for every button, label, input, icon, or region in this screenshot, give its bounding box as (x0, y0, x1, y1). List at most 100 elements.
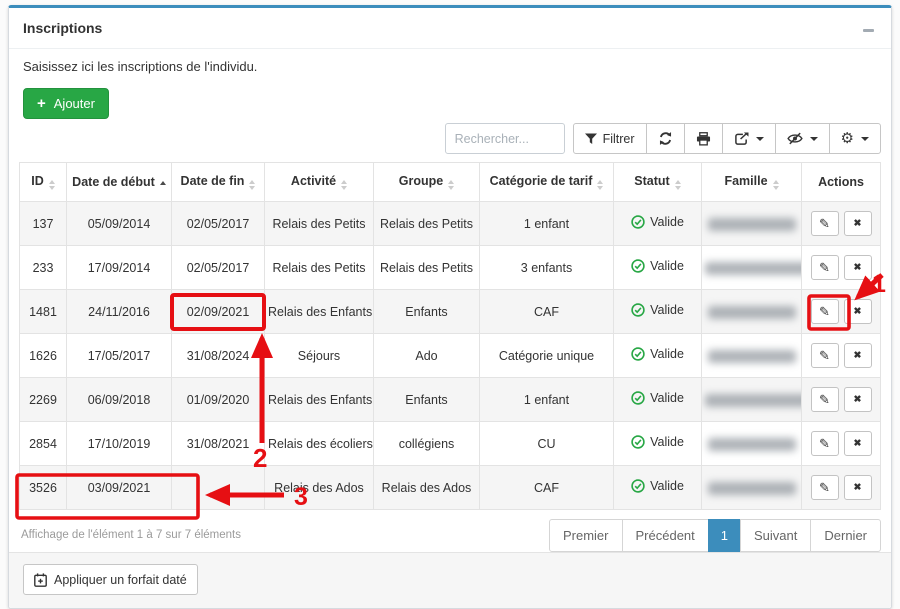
edit-row-button[interactable]: ✎ (811, 343, 839, 368)
delete-row-button[interactable]: ✖ (844, 211, 872, 236)
chevron-down-icon (756, 137, 764, 141)
cell-date-debut: 24/11/2016 (67, 290, 172, 334)
sort-icon (597, 180, 603, 190)
famille-redacted (705, 394, 802, 407)
panel-footer: Appliquer un forfait daté (9, 552, 891, 608)
panel-subtitle: Saisissez ici les inscriptions de l'indi… (23, 59, 877, 75)
panel-title: Inscriptions (23, 20, 102, 36)
column-header-date-fin[interactable]: Date de fin (172, 163, 265, 202)
cell-activite: Relais des Petits (265, 246, 374, 290)
toolbar-button-group: Filtrer (573, 123, 881, 154)
table-row: 162617/05/201731/08/2024SéjoursAdoCatégo… (20, 334, 881, 378)
column-header-groupe[interactable]: Groupe (374, 163, 480, 202)
panel-header: Inscriptions (9, 8, 891, 49)
status-label: Valide (650, 303, 684, 317)
pencil-icon: ✎ (819, 217, 830, 230)
column-header-date-debut[interactable]: Date de début (67, 163, 172, 202)
column-header-categorie-tarif[interactable]: Catégorie de tarif (480, 163, 614, 202)
cell-id: 1481 (20, 290, 67, 334)
cell-date-fin: 02/05/2017 (172, 202, 265, 246)
column-label: Actions (818, 175, 864, 189)
filter-button[interactable]: Filtrer (573, 123, 647, 154)
column-header-activite[interactable]: Activité (265, 163, 374, 202)
cell-groupe: Enfants (374, 378, 480, 422)
delete-row-button[interactable]: ✖ (844, 343, 872, 368)
chevron-down-icon (861, 137, 869, 141)
famille-redacted (708, 350, 796, 363)
cell-statut: Valide (614, 466, 702, 510)
pagination-first[interactable]: Premier (549, 519, 623, 552)
cell-actions: ✎✖ (802, 422, 881, 466)
delete-row-button[interactable]: ✖ (844, 431, 872, 456)
famille-redacted (705, 262, 802, 275)
pencil-icon: ✎ (819, 261, 830, 274)
sort-icon (675, 180, 681, 190)
pagination-page-1[interactable]: 1 (708, 519, 741, 552)
export-button[interactable] (722, 123, 776, 154)
column-header-statut[interactable]: Statut (614, 163, 702, 202)
add-button[interactable]: + Ajouter (23, 88, 109, 119)
refresh-button[interactable] (646, 123, 685, 154)
check-circle-icon (631, 259, 645, 273)
edit-row-button[interactable]: ✎ (811, 431, 839, 456)
panel-body: Saisissez ici les inscriptions de l'indi… (9, 49, 891, 552)
table-row: 23317/09/201402/05/2017Relais des Petits… (20, 246, 881, 290)
delete-row-button[interactable]: ✖ (844, 475, 872, 500)
eye-slash-icon (787, 132, 803, 145)
famille-redacted (708, 482, 796, 495)
check-circle-icon (631, 435, 645, 449)
cell-id: 137 (20, 202, 67, 246)
cell-date-fin: 01/09/2020 (172, 378, 265, 422)
cell-date-debut: 05/09/2014 (67, 202, 172, 246)
cell-categorie-tarif: 1 enfant (480, 202, 614, 246)
edit-row-button[interactable]: ✎ (811, 299, 839, 324)
cell-categorie-tarif: 1 enfant (480, 378, 614, 422)
column-label: ID (31, 174, 44, 188)
collapse-panel-button[interactable] (857, 22, 879, 38)
status-label: Valide (650, 391, 684, 405)
edit-row-button[interactable]: ✎ (811, 211, 839, 236)
edit-row-button[interactable]: ✎ (811, 475, 839, 500)
sort-icon (249, 180, 255, 190)
column-visibility-button[interactable] (775, 123, 830, 154)
column-label: Catégorie de tarif (490, 174, 593, 188)
check-circle-icon (631, 479, 645, 493)
search-input[interactable] (445, 123, 565, 154)
apply-forfait-button[interactable]: Appliquer un forfait daté (23, 564, 198, 595)
cell-categorie-tarif: Catégorie unique (480, 334, 614, 378)
status-badge: Valide (631, 479, 684, 493)
sort-icon (341, 180, 347, 190)
cell-date-debut: 17/09/2014 (67, 246, 172, 290)
cell-groupe: Relais des Petits (374, 246, 480, 290)
column-header-actions: Actions (802, 163, 881, 202)
gear-icon: ⚙ (841, 131, 854, 146)
inscriptions-panel: Inscriptions Saisissez ici les inscripti… (8, 5, 892, 609)
table-row: 226906/09/201801/09/2020Relais des Enfan… (20, 378, 881, 422)
delete-row-button[interactable]: ✖ (844, 387, 872, 412)
delete-row-button[interactable]: ✖ (844, 255, 872, 280)
status-label: Valide (650, 435, 684, 449)
edit-row-button[interactable]: ✎ (811, 387, 839, 412)
table-row: 13705/09/201402/05/2017Relais des Petits… (20, 202, 881, 246)
filter-button-label: Filtrer (603, 132, 635, 146)
cell-date-fin: 31/08/2021 (172, 422, 265, 466)
pagination-last[interactable]: Dernier (810, 519, 881, 552)
pagination-previous[interactable]: Précédent (622, 519, 709, 552)
column-header-famille[interactable]: Famille (702, 163, 802, 202)
cell-famille (702, 246, 802, 290)
pencil-icon: ✎ (819, 393, 830, 406)
check-circle-icon (631, 215, 645, 229)
delete-row-button[interactable]: ✖ (844, 299, 872, 324)
cell-statut: Valide (614, 334, 702, 378)
cell-groupe: Ado (374, 334, 480, 378)
column-header-id[interactable]: ID (20, 163, 67, 202)
print-button[interactable] (684, 123, 723, 154)
cell-date-debut: 06/09/2018 (67, 378, 172, 422)
pagination-next[interactable]: Suivant (740, 519, 811, 552)
cell-categorie-tarif: 3 enfants (480, 246, 614, 290)
edit-row-button[interactable]: ✎ (811, 255, 839, 280)
x-icon: ✖ (854, 483, 862, 493)
settings-button[interactable]: ⚙ (829, 123, 881, 154)
cell-activite: Relais des Enfants (265, 290, 374, 334)
x-icon: ✖ (854, 395, 862, 405)
